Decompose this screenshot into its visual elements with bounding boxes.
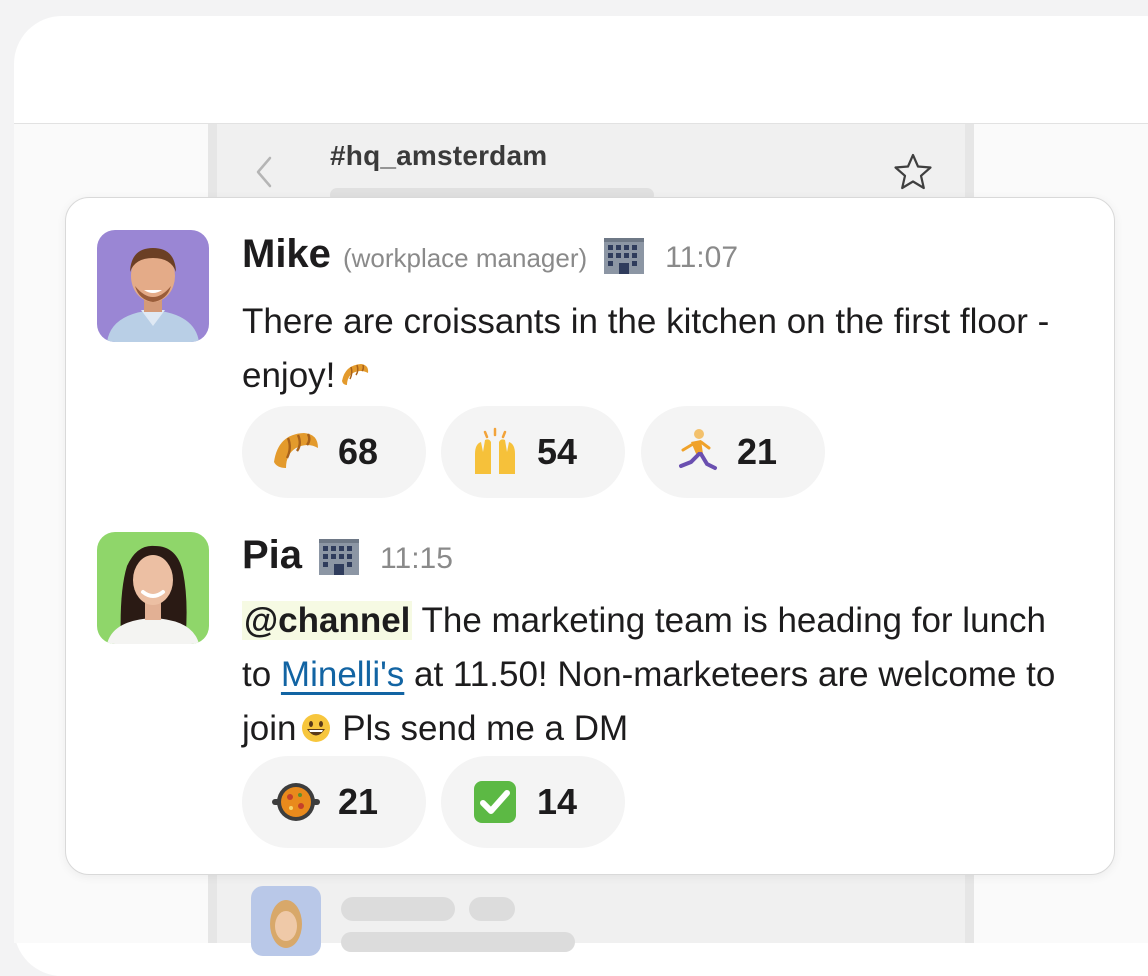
message-time[interactable]: 11:15	[380, 542, 453, 576]
message-time[interactable]: 11:07	[665, 241, 738, 275]
reaction-raised-hands[interactable]: 54	[441, 406, 625, 498]
message-body: Pls send me a DM	[332, 709, 629, 748]
reaction-count: 68	[338, 431, 379, 472]
check-mark-button-icon	[474, 781, 516, 823]
avatar-placeholder	[251, 886, 321, 956]
running-person-icon	[679, 429, 717, 470]
avatar-mike[interactable]	[97, 230, 209, 342]
author-role: (workplace manager)	[342, 243, 588, 273]
avatar-pia[interactable]	[97, 532, 209, 644]
author-name[interactable]: Mike	[242, 232, 331, 277]
back-chevron-icon[interactable]	[250, 152, 278, 192]
restaurant-link[interactable]: Minelli's	[281, 655, 404, 694]
channel-title[interactable]: #hq_amsterdam	[330, 140, 547, 172]
message-header: Pia 11:15	[242, 533, 453, 578]
message-text: @channel The marketing team is heading f…	[242, 594, 1072, 756]
reaction-count: 54	[537, 431, 578, 472]
croissant-icon	[274, 433, 318, 468]
author-name[interactable]: Pia	[242, 533, 302, 578]
star-icon[interactable]	[891, 150, 935, 194]
grinning-face-icon	[302, 714, 331, 742]
office-building-icon	[604, 237, 645, 274]
reaction-runner[interactable]: 21	[641, 406, 825, 498]
raised-hands-icon	[475, 427, 515, 474]
message-text: There are croissants in the kitchen on t…	[242, 295, 1072, 403]
name-placeholder	[341, 897, 455, 921]
office-building-icon	[319, 538, 360, 575]
reaction-croissant[interactable]: 68	[242, 406, 426, 498]
croissant-icon	[342, 364, 369, 385]
time-placeholder	[469, 897, 515, 921]
channel-mention[interactable]: @channel	[242, 601, 413, 640]
message-header: Mike (workplace manager) 11:07	[242, 232, 738, 277]
paella-pan-icon	[272, 783, 320, 821]
reaction-count: 14	[537, 781, 578, 822]
reaction-count: 21	[737, 431, 778, 472]
text-placeholder	[341, 932, 575, 952]
reaction-check[interactable]: 14	[441, 756, 625, 848]
reaction-paella[interactable]: 21	[242, 756, 426, 848]
reaction-count: 21	[338, 781, 379, 822]
